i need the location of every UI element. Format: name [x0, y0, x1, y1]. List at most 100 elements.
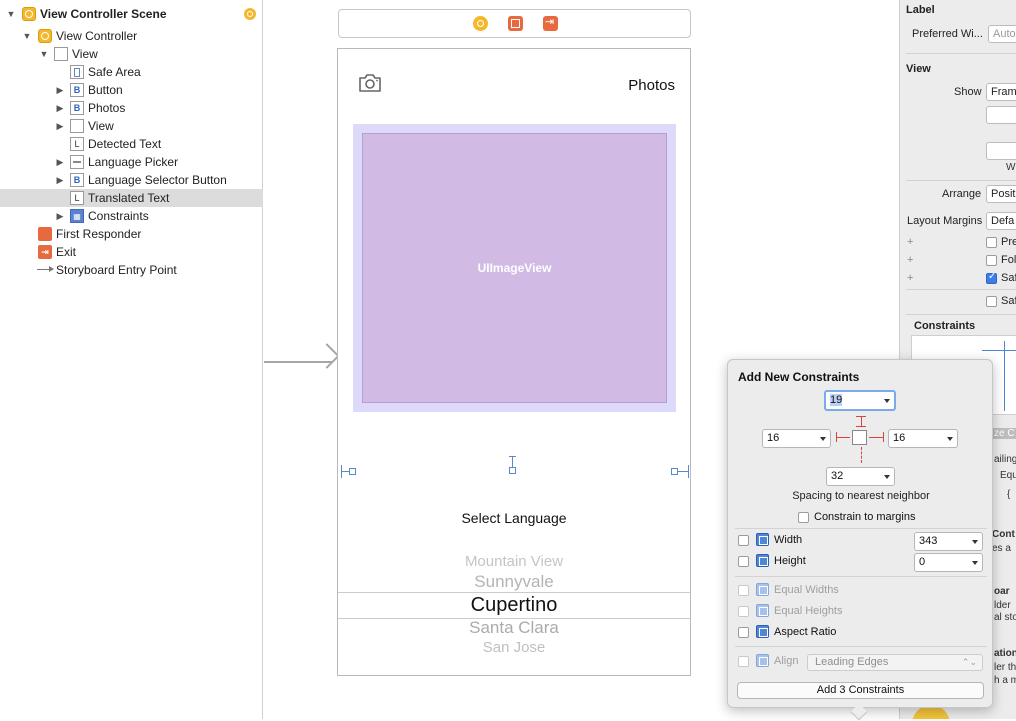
disclosure-triangle-closed-icon[interactable]: ▶ [55, 121, 65, 132]
align-select[interactable]: Leading Edges ⌃⌄ [807, 654, 983, 671]
image-container[interactable]: UIImageView [353, 124, 676, 412]
clipped-text: ler th [994, 662, 1016, 673]
outline-item-photos[interactable]: ▶ B Photos [0, 99, 263, 117]
clipped-text: { [1007, 489, 1011, 500]
label-section-header: Label [906, 4, 935, 16]
equal-widths-icon [756, 583, 769, 596]
equal-heights-checkbox[interactable] [738, 606, 749, 617]
disclosure-triangle-closed-icon[interactable]: ▶ [55, 103, 65, 114]
aspect-ratio-icon [756, 625, 769, 638]
outline-item-storyboard-entry-point[interactable]: Storyboard Entry Point [0, 261, 263, 279]
preserve-superview-margins-checkbox[interactable] [986, 237, 997, 248]
outline-item-safe-area[interactable]: Safe Area [0, 63, 263, 81]
chevron-down-icon[interactable] [884, 399, 890, 403]
view-controller-view[interactable]: Photos UIImageView Select Language Mount… [337, 48, 691, 676]
align-checkbox[interactable] [738, 656, 749, 667]
disclosure-triangle-open-icon[interactable]: ▼ [6, 9, 16, 19]
height-checkbox[interactable] [738, 556, 749, 567]
outline-item-translated-text[interactable]: L Translated Text [0, 189, 263, 207]
width-checkbox[interactable] [738, 535, 749, 546]
plus-icon[interactable]: + [907, 254, 913, 266]
constrain-to-margins-checkbox[interactable] [798, 512, 809, 523]
disclosure-triangle-closed-icon[interactable]: ▶ [55, 157, 65, 168]
clipped-text: ation [994, 648, 1016, 659]
equal-widths-checkbox[interactable] [738, 585, 749, 596]
select-language-button[interactable]: Select Language [338, 510, 690, 526]
constraint-target-box [852, 430, 867, 445]
left-spacing-combo[interactable]: 16 [762, 429, 831, 448]
view-controller-icon [38, 29, 52, 43]
top-spacing-combo[interactable]: 19 [824, 390, 896, 411]
add-constraints-button[interactable]: Add 3 Constraints [737, 682, 984, 699]
outline-item-label: Storyboard Entry Point [56, 263, 177, 277]
picker-icon [70, 155, 84, 169]
resize-handle-center[interactable] [509, 467, 516, 474]
picker-item-selected[interactable]: Cupertino [338, 594, 690, 617]
disclosure-triangle-closed-icon[interactable]: ▶ [55, 211, 65, 222]
outline-item-first-responder[interactable]: First Responder [0, 225, 263, 243]
frame-width-field[interactable] [986, 142, 1016, 160]
width-combo[interactable]: 343 [914, 532, 983, 551]
camera-icon[interactable] [358, 73, 382, 93]
photos-button[interactable]: Photos [628, 77, 675, 94]
disclosure-triangle-open-icon[interactable]: ▼ [22, 31, 32, 41]
aspect-ratio-checkbox[interactable] [738, 627, 749, 638]
follow-readable-width-checkbox[interactable] [986, 255, 997, 266]
outline-item-exit[interactable]: ⇥ Exit [0, 243, 263, 261]
outline-item-language-picker[interactable]: ▶ Language Picker [0, 153, 263, 171]
picker-item[interactable]: Santa Clara [338, 618, 690, 638]
checkbox-label: Fol [1001, 254, 1016, 266]
frame-x-field[interactable] [986, 106, 1016, 124]
height-combo[interactable]: 0 [914, 553, 983, 572]
plus-icon[interactable]: + [907, 236, 913, 248]
chevron-down-icon[interactable] [947, 437, 953, 441]
outline-item-constraints[interactable]: ▶ ▦ Constraints [0, 207, 263, 225]
outline-item-view-child[interactable]: ▶ View [0, 117, 263, 135]
stepper-updown-icon: ⌃⌄ [961, 657, 977, 667]
view-controller-icon[interactable] [473, 16, 488, 31]
safe-area-relative-margins-checkbox[interactable] [986, 271, 997, 284]
preferred-width-field[interactable]: Auto [988, 25, 1016, 43]
outline-item-button[interactable]: ▶ B Button [0, 81, 263, 99]
outline-item-label: View Controller [56, 29, 138, 43]
outline-item-view-controller[interactable]: ▼ View Controller [0, 27, 263, 45]
safe-area-layout-guide-checkbox[interactable] [986, 296, 997, 307]
outline-item-label: Button [88, 83, 123, 97]
plus-icon[interactable]: + [907, 272, 913, 284]
constraints-icon: ▦ [70, 209, 84, 223]
resize-handle-left[interactable] [349, 468, 356, 475]
exit-icon[interactable] [543, 15, 558, 31]
aspect-ratio-label: Aspect Ratio [774, 626, 837, 638]
height-value: 0 [919, 556, 926, 568]
arrange-select[interactable]: Posit [986, 185, 1016, 203]
outline-item-detected-text[interactable]: L Detected Text [0, 135, 263, 153]
language-picker[interactable]: Mountain View Sunnyvale Cupertino Santa … [338, 549, 690, 675]
show-select[interactable]: Fram [986, 83, 1016, 101]
right-spacing-combo[interactable]: 16 [888, 429, 958, 448]
chevron-down-icon[interactable] [820, 437, 826, 441]
arrange-label: Arrange [942, 188, 982, 200]
chevron-down-icon[interactable] [972, 561, 978, 565]
chevron-down-icon[interactable] [884, 475, 890, 479]
picker-item[interactable]: San Jose [338, 639, 690, 656]
constrain-to-margins-label: Constrain to margins [814, 511, 916, 523]
bottom-spacing-combo[interactable]: 32 [826, 467, 895, 486]
picker-item[interactable]: Sunnyvale [338, 572, 690, 592]
spacing-to-nearest-neighbor-label: Spacing to nearest neighbor [792, 490, 930, 502]
first-responder-icon[interactable] [508, 16, 523, 31]
clipped-text: ailing [994, 454, 1016, 465]
chevron-down-icon[interactable] [972, 540, 978, 544]
picker-item[interactable]: Mountain View [338, 553, 690, 570]
disclosure-triangle-closed-icon[interactable]: ▶ [55, 85, 65, 96]
view-icon [54, 47, 68, 61]
clipped-text: al sto [994, 612, 1016, 623]
safe-area-icon [70, 65, 84, 79]
layout-margins-select[interactable]: Defa [986, 212, 1016, 230]
image-view[interactable]: UIImageView [362, 133, 667, 403]
outline-item-language-selector-button[interactable]: ▶ B Language Selector Button [0, 171, 263, 189]
storyboard-entry-arrow[interactable] [264, 343, 340, 369]
outline-item-view-controller-scene[interactable]: ▼ View Controller Scene [0, 5, 263, 23]
outline-item-view[interactable]: ▼ View [0, 45, 263, 63]
disclosure-triangle-open-icon[interactable]: ▼ [39, 49, 49, 59]
disclosure-triangle-closed-icon[interactable]: ▶ [55, 175, 65, 186]
